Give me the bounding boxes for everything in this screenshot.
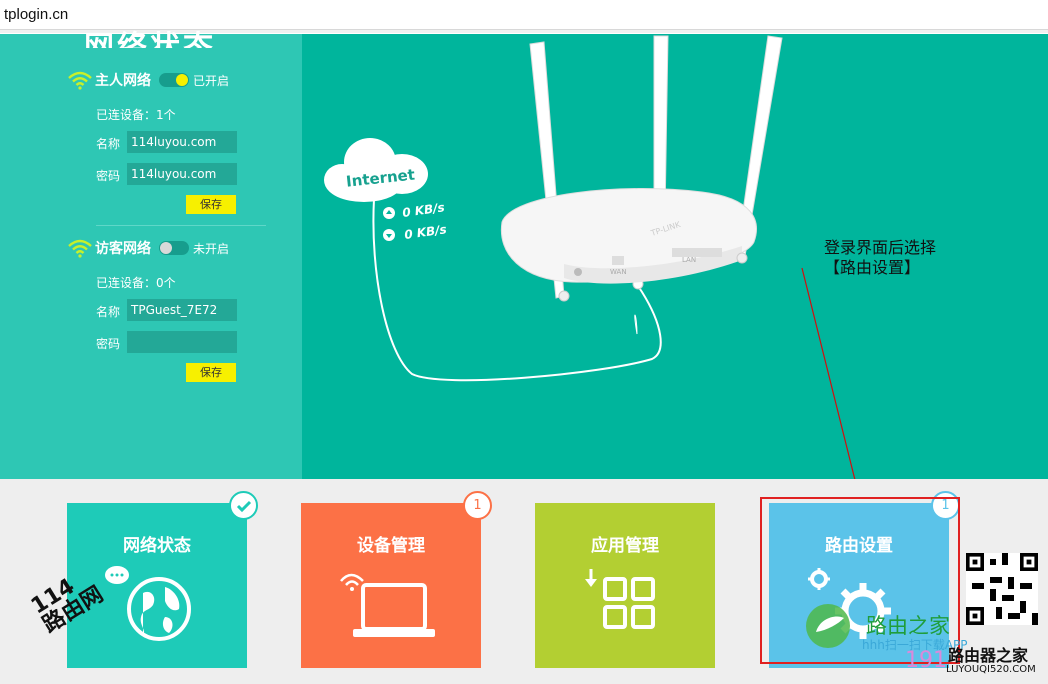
router-illustration: Internet 0 KB/s 0 KB/s TP-LINK WAN LAN [324, 35, 783, 382]
wifi-icon [68, 71, 92, 90]
guest-name-input[interactable]: TPGuest_7E72 [127, 299, 237, 321]
apps-grid-icon [585, 569, 655, 629]
tile-network-status-badge [229, 491, 258, 520]
qr-code-icon [966, 553, 1038, 625]
globe-icon [105, 566, 191, 641]
address-url[interactable]: tplogin.cn [4, 6, 68, 23]
tile-label: 应用管理 [591, 536, 659, 556]
host-password-input[interactable]: 114luyou.com [127, 163, 237, 185]
guest-password-input[interactable] [127, 331, 237, 353]
network-divider [96, 225, 266, 226]
guest-save-button[interactable]: 保存 [186, 363, 236, 382]
svg-text:LAN: LAN [682, 256, 696, 264]
wifi-icon [68, 239, 92, 258]
guest-network-toggle-state: 未开启 [193, 241, 230, 256]
host-connected-devices: 已连设备：1个 [96, 108, 176, 122]
tile-app-management[interactable]: 应用管理 [535, 503, 715, 668]
watermark-right-num: 191 [905, 648, 947, 673]
guest-name-label: 名称 [96, 305, 121, 319]
host-network-toggle-state: 已开启 [193, 73, 230, 88]
guest-network-header: 访客网络 未开启 [67, 238, 229, 258]
download-speed: 0 KB/s [403, 222, 447, 242]
guest-password-label: 密码 [96, 337, 121, 351]
qr-pattern [966, 553, 1038, 625]
guest-network-toggle[interactable] [159, 241, 189, 255]
leaf-logo-icon [806, 604, 850, 648]
toggle-knob [160, 242, 172, 254]
svg-text:WAN: WAN [610, 268, 627, 276]
host-network-header: 主人网络 已开启 [67, 70, 229, 90]
upload-speed: 0 KB/s [401, 200, 445, 220]
tile-device-management[interactable]: 设备管理 [301, 503, 481, 668]
host-save-button[interactable]: 保存 [186, 195, 236, 214]
check-icon [236, 500, 251, 512]
tile-label: 设备管理 [357, 536, 425, 556]
watermark-right-domain: LUYOUQI520.COM [946, 664, 1036, 675]
guest-network-title: 访客网络 [95, 241, 151, 257]
panel-title: 网络状态 [84, 30, 216, 48]
toggle-knob [176, 74, 188, 86]
host-network-toggle[interactable] [159, 73, 189, 87]
router-body: TP-LINK WAN LAN [500, 188, 757, 302]
tile-label: 网络状态 [123, 536, 191, 556]
annotation-line-1: 登录界面后选择 [824, 238, 937, 257]
host-name-label: 名称 [96, 137, 121, 151]
tile-device-management-badge: 1 [463, 491, 492, 520]
host-name-input[interactable]: 114luyou.com [127, 131, 237, 153]
network-status-panel: 网络状态 主人网络 已开启 已连设备：1个 名称 114luyou.com 密码… [0, 30, 302, 479]
watermark-right-logo: 路由器之家 [948, 646, 1029, 665]
laptop-icon [340, 573, 435, 637]
host-password-label: 密码 [96, 169, 121, 183]
network-topology-view: Internet 0 KB/s 0 KB/s TP-LINK WAN LAN [302, 34, 1048, 479]
guest-connected-devices: 已连设备：0个 [96, 276, 176, 290]
host-network-title: 主人网络 [95, 73, 151, 89]
